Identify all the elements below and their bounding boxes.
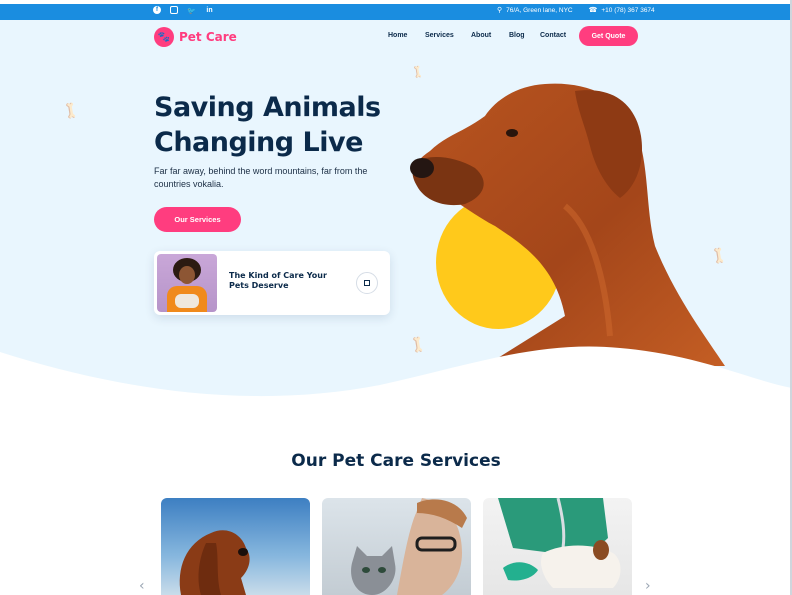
hero-title-line2: Changing Live <box>154 127 363 158</box>
logo-text: Pet Care <box>179 30 237 44</box>
carousel-next-arrow[interactable]: › <box>645 578 651 594</box>
hero-wave <box>0 346 792 420</box>
hero-subtitle: Far far away, behind the word mountains,… <box>154 166 368 189</box>
main-nav: Home Services About Blog Contact <box>388 32 576 39</box>
section-title: Our Pet Care Services <box>291 451 501 471</box>
address-text: 76/A, Green lane, NYC <box>506 6 573 14</box>
phone-icon: ☎ <box>588 7 598 14</box>
linkedin-icon[interactable]: in <box>205 6 214 15</box>
service-card-cat-photo[interactable] <box>322 498 471 595</box>
nav-services[interactable]: Services <box>425 32 471 39</box>
care-card-title: The Kind of Care Your Pets Deserve <box>229 271 327 290</box>
nav-blog[interactable]: Blog <box>509 32 540 39</box>
play-video-button[interactable] <box>356 272 378 294</box>
contact-info: ⚲ 76/A, Green lane, NYC ☎ +10 (78) 367 3… <box>497 6 655 15</box>
hero-title-line1: Saving Animals <box>154 92 381 123</box>
service-card-dog-photo[interactable] <box>161 498 310 595</box>
logo[interactable]: 🐾 Pet Care <box>154 27 237 47</box>
care-video-card[interactable]: The Kind of Care Your Pets Deserve <box>154 251 390 315</box>
dog-photo <box>410 83 725 366</box>
woman-with-pets-photo <box>157 254 217 312</box>
nav-home[interactable]: Home <box>388 32 425 39</box>
our-services-button[interactable]: Our Services <box>154 207 241 232</box>
paw-logo-icon: 🐾 <box>154 27 174 47</box>
get-quote-button[interactable]: Get Quote <box>579 26 638 46</box>
instagram-icon[interactable] <box>170 6 178 14</box>
carousel-prev-arrow[interactable]: ‹ <box>139 578 145 594</box>
twitter-icon[interactable]: 🐦 <box>187 6 196 15</box>
phone-text[interactable]: +10 (78) 367 3674 <box>601 7 654 14</box>
facebook-icon[interactable]: f <box>153 6 161 14</box>
hero-title: Saving Animals Changing Live <box>154 90 394 160</box>
play-icon <box>364 280 370 286</box>
nav-contact[interactable]: Contact <box>540 32 576 39</box>
nav-about[interactable]: About <box>471 32 509 39</box>
location-pin-icon: ⚲ <box>497 7 503 14</box>
social-links: f 🐦 in <box>153 6 214 15</box>
top-bar: f 🐦 in ⚲ 76/A, Green lane, NYC ☎ +10 (78… <box>0 4 792 20</box>
service-card-vet-photo[interactable] <box>483 498 632 595</box>
